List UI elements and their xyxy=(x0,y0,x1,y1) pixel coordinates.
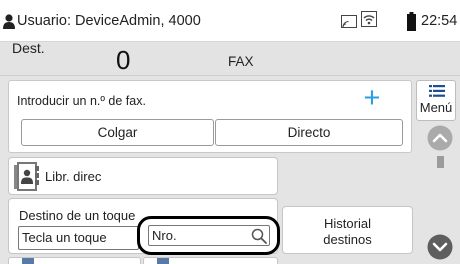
transmission-mode: FAX xyxy=(228,54,254,69)
menu-icon xyxy=(429,85,445,97)
one-touch-title: Destino de un toque xyxy=(19,208,136,223)
scrollbar-thumb[interactable] xyxy=(437,156,444,168)
cast-icon xyxy=(341,15,357,28)
destination-label: Dest. xyxy=(12,40,45,56)
menu-label: Menú xyxy=(419,100,453,115)
history-label-line2: destinos xyxy=(323,232,372,247)
address-book-label: Libr. direc xyxy=(45,169,102,184)
number-search-placeholder: Nro. xyxy=(152,228,177,243)
status-bar: Usuario: DeviceAdmin, 4000 22:54 xyxy=(0,0,460,42)
menu-button[interactable]: Menú xyxy=(416,80,456,121)
scroll-up-button[interactable] xyxy=(427,125,453,151)
address-book-button[interactable]: Libr. direc xyxy=(8,157,278,195)
fax-number-prompt: Introducir un n.º de fax. xyxy=(17,94,146,108)
next-row-icon-right xyxy=(157,258,169,264)
add-destination-button[interactable]: + xyxy=(359,84,385,113)
one-touch-key-button[interactable]: Tecla un toque xyxy=(18,226,139,250)
destination-count: 0 xyxy=(116,45,131,75)
destination-history-label: Historial destinos xyxy=(283,216,412,248)
next-row-icon-left xyxy=(22,258,34,264)
search-icon xyxy=(251,228,267,244)
scroll-down-button[interactable] xyxy=(427,234,453,260)
address-book-icon xyxy=(14,162,39,191)
history-label-line1: Historial xyxy=(324,216,371,231)
hangup-button[interactable]: Colgar xyxy=(21,119,214,146)
user-icon xyxy=(3,14,15,29)
number-search-input[interactable]: Nro. xyxy=(148,225,270,246)
battery-icon xyxy=(407,12,416,31)
number-search-field[interactable]: Nro. xyxy=(137,216,280,255)
status-user: Usuario: DeviceAdmin, 4000 xyxy=(17,13,201,29)
destination-history-button[interactable]: Historial destinos xyxy=(282,206,413,254)
direct-button[interactable]: Directo xyxy=(215,119,403,146)
status-time: 22:54 xyxy=(421,13,458,29)
wifi-icon xyxy=(361,11,377,27)
fax-entry-panel[interactable]: Introducir un n.º de fax. + Colgar Direc… xyxy=(8,80,412,153)
